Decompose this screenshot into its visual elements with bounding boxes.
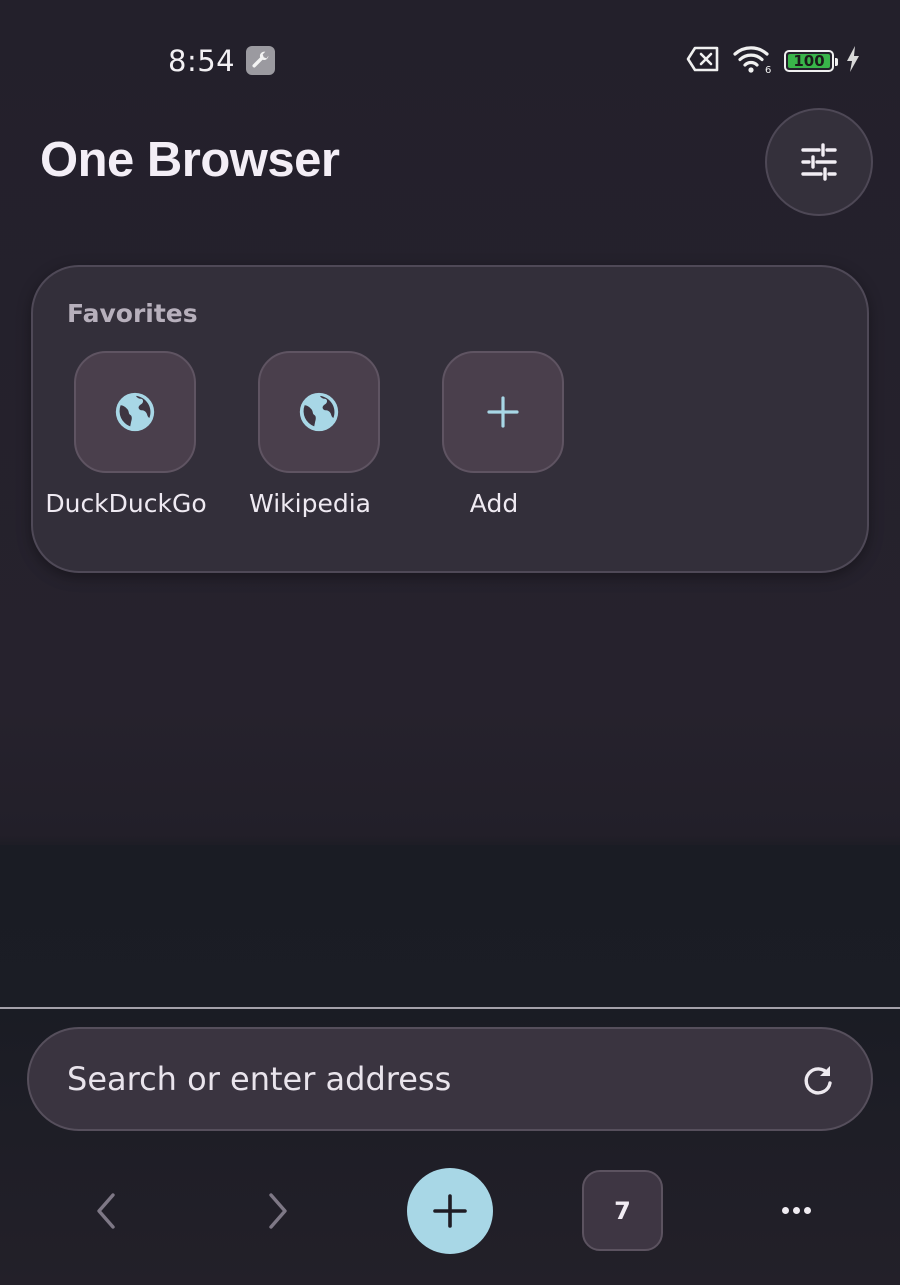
plus-icon: [433, 1194, 467, 1228]
content-area: [0, 845, 900, 1007]
favorites-heading: Favorites: [67, 299, 198, 328]
more-dots-icon: [781, 1206, 789, 1214]
favorite-tile[interactable]: [258, 351, 380, 473]
sliders-icon: [801, 143, 837, 181]
search-input[interactable]: [67, 1029, 767, 1129]
wifi-icon: 6: [732, 44, 772, 78]
favorite-duckduckgo[interactable]: DuckDuckGo: [34, 351, 220, 541]
plus-icon: [487, 396, 519, 428]
reload-button[interactable]: [801, 1063, 835, 1097]
favorites-card: Favorites DuckDuckGo Wikipedia Add: [31, 265, 869, 573]
forward-button[interactable]: [258, 1186, 298, 1236]
back-arrow-icon: [97, 1193, 115, 1229]
more-menu-button[interactable]: [772, 1190, 820, 1230]
favorite-wikipedia[interactable]: Wikipedia: [218, 351, 404, 541]
favorite-tile[interactable]: [74, 351, 196, 473]
toolbar-divider: [0, 1007, 900, 1009]
tab-count-button[interactable]: 7: [582, 1170, 663, 1251]
new-tab-button[interactable]: [407, 1168, 493, 1254]
status-bar: 8:54 6 100: [0, 0, 900, 110]
charging-bolt-icon: [846, 46, 860, 76]
page-title: One Browser: [40, 133, 340, 187]
address-bar[interactable]: [27, 1027, 873, 1131]
back-button[interactable]: [86, 1186, 126, 1236]
battery-level: 100: [793, 52, 825, 70]
add-favorite-tile[interactable]: [442, 351, 564, 473]
status-time: 8:54: [168, 44, 236, 78]
favorite-label: Add: [469, 489, 519, 518]
reload-icon: [804, 1066, 832, 1095]
battery-icon: 100: [784, 50, 838, 72]
status-icons: 6 100: [686, 44, 860, 78]
favorite-label: Wikipedia: [249, 489, 371, 518]
favorite-add[interactable]: Add: [402, 351, 588, 541]
sim-missing-icon: [686, 46, 720, 76]
favorite-label: DuckDuckGo: [45, 489, 207, 518]
forward-arrow-icon: [269, 1193, 287, 1229]
settings-button[interactable]: [765, 108, 873, 216]
globe-icon: [115, 392, 155, 432]
globe-icon: [299, 392, 339, 432]
wrench-icon: [246, 46, 275, 75]
wifi-badge: 6: [765, 65, 771, 74]
